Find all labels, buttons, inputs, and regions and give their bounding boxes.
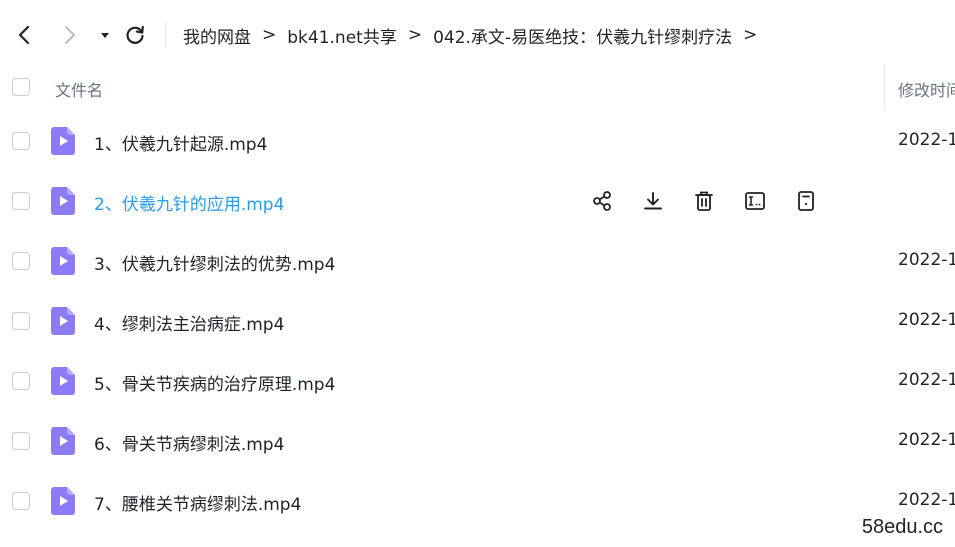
rename-button[interactable]: [743, 189, 767, 213]
file-row-hovered[interactable]: 2、伏羲九针的应用.mp4: [0, 171, 955, 231]
breadcrumb-separator: >: [407, 25, 423, 45]
video-file-icon: [51, 187, 75, 215]
details-button[interactable]: [794, 189, 818, 213]
select-all-checkbox[interactable]: [12, 78, 30, 96]
breadcrumb: 我的网盘 > bk41.net共享 > 042.承文-易医绝技：伏羲九针缪刺疗法…: [183, 22, 768, 48]
back-button[interactable]: [12, 22, 36, 48]
column-header-name[interactable]: 文件名: [55, 77, 103, 101]
column-divider[interactable]: [884, 64, 885, 110]
file-row[interactable]: 6、骨关节病缪刺法.mp4 2022-1: [0, 411, 955, 471]
row-checkbox[interactable]: [12, 372, 30, 390]
download-button[interactable]: [641, 189, 665, 213]
delete-icon: [695, 191, 713, 211]
row-checkbox[interactable]: [12, 492, 30, 510]
row-checkbox[interactable]: [12, 432, 30, 450]
file-name[interactable]: 7、腰椎关节病缪刺法.mp4: [94, 490, 301, 515]
share-button[interactable]: [590, 189, 614, 213]
breadcrumb-separator: >: [262, 25, 277, 45]
file-modified-date: 2022-1: [898, 430, 955, 450]
video-file-icon: [51, 127, 75, 155]
video-file-icon: [51, 367, 75, 395]
caret-down-icon: [101, 33, 109, 38]
file-modified-date: 2022-1: [898, 310, 955, 330]
breadcrumb-item-share[interactable]: bk41.net共享: [287, 23, 397, 48]
breadcrumb-separator: >: [743, 25, 758, 45]
refresh-button[interactable]: [123, 22, 147, 48]
column-header-modified[interactable]: 修改时间: [898, 77, 955, 101]
file-name[interactable]: 4、缪刺法主治病症.mp4: [94, 310, 284, 335]
file-name[interactable]: 3、伏羲九针缪刺法的优势.mp4: [94, 250, 335, 275]
top-navigation-bar: 我的网盘 > bk41.net共享 > 042.承文-易医绝技：伏羲九针缪刺疗法…: [0, 0, 955, 70]
forward-button[interactable]: [58, 22, 82, 48]
file-modified-date: 2022-1: [898, 370, 955, 390]
chevron-right-icon: [65, 26, 75, 44]
row-checkbox[interactable]: [12, 132, 30, 150]
video-file-icon: [51, 247, 75, 275]
toolbar-divider: [165, 22, 166, 48]
file-list-header: 文件名 修改时间: [0, 62, 955, 112]
breadcrumb-item-root[interactable]: 我的网盘: [183, 23, 251, 48]
refresh-icon: [126, 25, 144, 44]
file-name[interactable]: 5、骨关节疾病的治疗原理.mp4: [94, 370, 335, 395]
details-icon: [798, 191, 814, 211]
file-modified-date: 2022-1: [898, 250, 955, 270]
chevron-left-icon: [18, 25, 30, 45]
file-row[interactable]: 1、伏羲九针起源.mp4 2022-1: [0, 111, 955, 171]
file-row[interactable]: 3、伏羲九针缪刺法的优势.mp4 2022-1: [0, 231, 955, 291]
file-row[interactable]: 5、骨关节疾病的治疗原理.mp4 2022-1: [0, 351, 955, 411]
history-dropdown-button[interactable]: [93, 22, 117, 48]
row-checkbox[interactable]: [12, 312, 30, 330]
row-checkbox[interactable]: [12, 252, 30, 270]
file-name[interactable]: 2、伏羲九针的应用.mp4: [94, 190, 284, 215]
delete-button[interactable]: [692, 189, 716, 213]
row-checkbox[interactable]: [12, 192, 30, 210]
file-row[interactable]: 7、腰椎关节病缪刺法.mp4 2022-1: [0, 471, 955, 531]
file-modified-date: 2022-1: [898, 130, 955, 150]
file-name[interactable]: 6、骨关节病缪刺法.mp4: [94, 430, 284, 455]
download-icon: [644, 192, 662, 210]
breadcrumb-item-current-folder[interactable]: 042.承文-易医绝技：伏羲九针缪刺疗法: [433, 23, 732, 48]
video-file-icon: [51, 427, 75, 455]
file-row[interactable]: 4、缪刺法主治病症.mp4 2022-1: [0, 291, 955, 351]
share-icon: [593, 191, 611, 211]
video-file-icon: [51, 307, 75, 335]
video-file-icon: [51, 487, 75, 515]
file-modified-date: 2022-1: [898, 490, 955, 510]
file-name[interactable]: 1、伏羲九针起源.mp4: [94, 130, 267, 155]
rename-icon: [745, 192, 765, 210]
watermark-text: 58edu.cc: [861, 516, 943, 538]
row-actions: [590, 189, 845, 215]
